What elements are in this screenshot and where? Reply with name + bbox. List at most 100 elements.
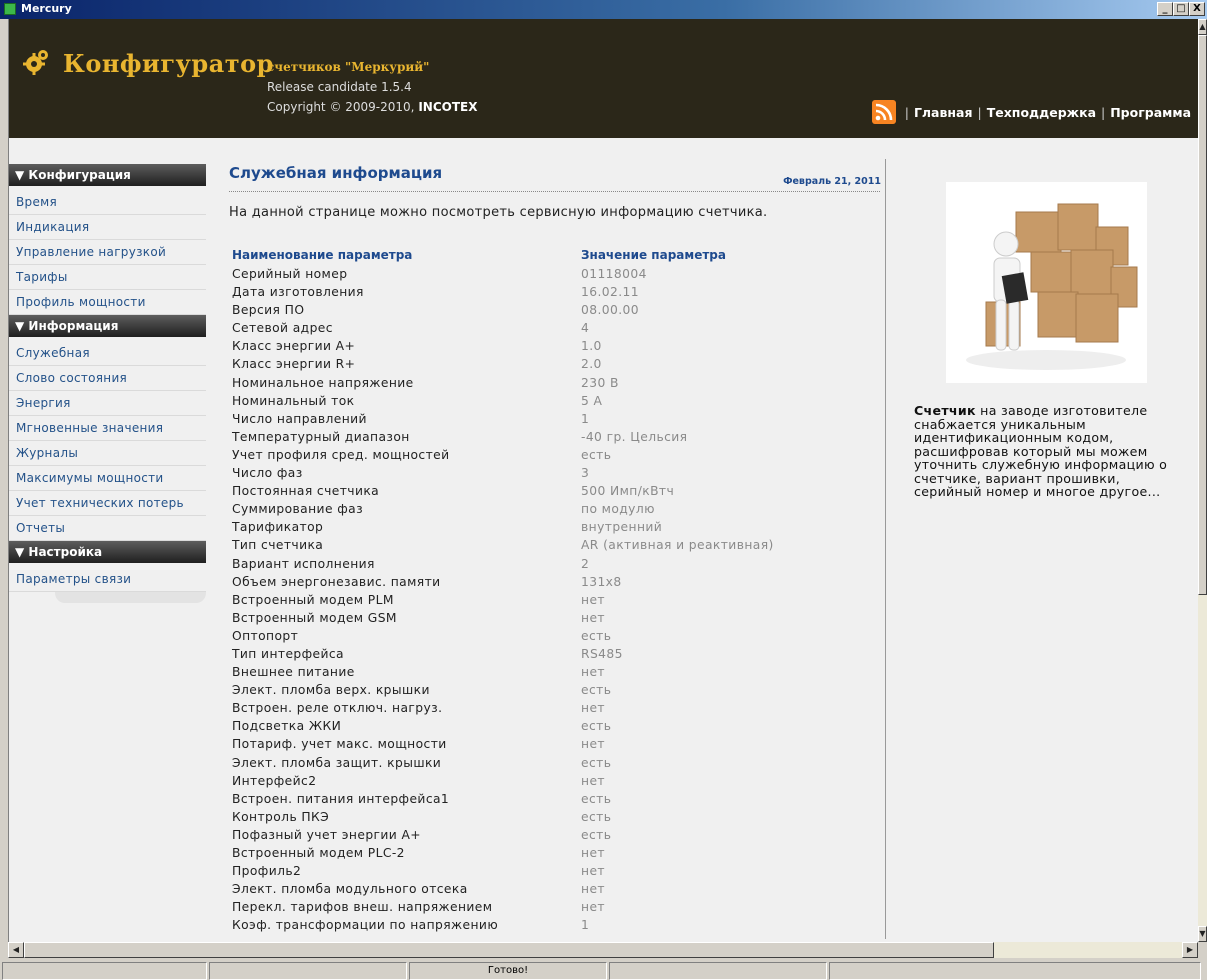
sidebar-item-energy[interactable]: Энергия	[9, 391, 206, 416]
table-row: Подсветка ЖКИ есть	[232, 717, 882, 735]
parameter-value: 131x8	[581, 574, 622, 589]
parameter-value: нет	[581, 900, 605, 915]
table-row: Встроен. питания интерфейса1 есть	[232, 790, 882, 808]
table-row: Интерфейс2 нет	[232, 772, 882, 790]
parameter-name: Суммирование фаз	[232, 502, 364, 517]
table-row: Потариф. учет макс. мощности нет	[232, 735, 882, 753]
table-row: Число фаз 3	[232, 464, 882, 482]
sidebar-section-settings[interactable]: ▼ Настройка	[9, 541, 206, 563]
app-icon	[4, 3, 16, 15]
table-row: Версия ПО 08.00.00	[232, 301, 882, 319]
parameter-value: 1	[581, 918, 590, 933]
sidebar-item-status-word[interactable]: Слово состояния	[9, 366, 206, 391]
table-row: Встроенный модем PLC-2 нет	[232, 844, 882, 862]
parameter-name: Внешнее питание	[232, 665, 355, 680]
status-bar: Готово!	[0, 962, 1207, 980]
table-row: Встроенный модем PLM нет	[232, 591, 882, 609]
parameter-value: 5 А	[581, 393, 603, 408]
window-titlebar[interactable]: Mercury _ □ X	[0, 0, 1207, 19]
page-title: Служебная информация	[229, 164, 443, 182]
parameter-value: 08.00.00	[581, 303, 639, 318]
table-row: Серийный номер 01118004	[232, 265, 882, 283]
sidebar-item-power-maximums[interactable]: Максимумы мощности	[9, 466, 206, 491]
sidebar-item-technical-losses[interactable]: Учет технических потерь	[9, 491, 206, 516]
minimize-button[interactable]: _	[1157, 2, 1173, 16]
table-row: Учет профиля сред. мощностей есть	[232, 446, 882, 464]
sidebar-item-reports[interactable]: Отчеты	[9, 516, 206, 541]
horizontal-scrollbar[interactable]: ◀ ▶	[8, 942, 1198, 958]
parameter-name: Учет профиля сред. мощностей	[232, 447, 450, 462]
parameter-name: Число фаз	[232, 466, 303, 481]
parameter-value: нет	[581, 701, 605, 716]
parameter-value: есть	[581, 791, 612, 806]
page-header: Конфигуратор счетчиков "Меркурий" Releas…	[9, 19, 1198, 138]
parameter-name: Номинальное напряжение	[232, 375, 414, 390]
window-title: Mercury	[21, 2, 72, 15]
table-row: Суммирование фаз по модулю	[232, 500, 882, 518]
sidebar-item-instant-values[interactable]: Мгновенные значения	[9, 416, 206, 441]
sidebar-item-load-control[interactable]: Управление нагрузкой	[9, 240, 206, 265]
sidebar-section-config[interactable]: ▼ Конфигурация	[9, 164, 206, 186]
parameter-name: Контроль ПКЭ	[232, 809, 330, 824]
nav-program-link[interactable]: Программа	[1110, 105, 1191, 120]
column-header-value: Значение параметра	[581, 248, 726, 262]
nav-support-link[interactable]: Техподдержка	[987, 105, 1096, 120]
table-row: Вариант исполнения 2	[232, 555, 882, 573]
parameter-name: Встроенный модем PLM	[232, 592, 394, 607]
top-navigation: | Главная | Техподдержка | Программа	[871, 100, 1191, 124]
brand-name: INCOTEX	[418, 100, 478, 114]
parameter-name: Температурный диапазон	[232, 429, 410, 444]
parameter-value: 4	[581, 321, 590, 336]
parameter-value: нет	[581, 773, 605, 788]
parameter-value: RS485	[581, 646, 623, 661]
nav-home-link[interactable]: Главная	[914, 105, 973, 120]
vertical-scrollbar[interactable]: ▲ ▼	[1198, 19, 1207, 942]
sidebar-item-tariffs[interactable]: Тарифы	[9, 265, 206, 290]
table-row: Тип интерфейса RS485	[232, 645, 882, 663]
parameter-name: Подсветка ЖКИ	[232, 719, 342, 734]
parameter-value: нет	[581, 846, 605, 860]
table-row: Номинальное напряжение 230 В	[232, 374, 882, 392]
parameter-name: Версия ПО	[232, 303, 305, 318]
rss-icon[interactable]	[871, 100, 896, 124]
parameter-value: есть	[581, 628, 612, 643]
sidebar-item-service[interactable]: Служебная	[9, 341, 206, 366]
browser-client: Конфигуратор счетчиков "Меркурий" Releas…	[8, 19, 1198, 942]
maximize-button[interactable]: □	[1173, 2, 1189, 16]
scroll-left-arrow-icon[interactable]: ◀	[8, 942, 24, 958]
page-intro: На данной странице можно посмотреть серв…	[229, 205, 768, 220]
parameter-value: 500 Имп/кВтч	[581, 484, 675, 499]
vertical-scroll-thumb[interactable]	[1198, 35, 1207, 595]
parameter-value: есть	[581, 809, 612, 824]
parameter-name: Тип интерфейса	[232, 646, 344, 661]
table-row: Встроен. реле отключ. нагруз. нет	[232, 699, 882, 717]
sidebar-item-journals[interactable]: Журналы	[9, 441, 206, 466]
app-logo: Конфигуратор	[63, 49, 274, 78]
horizontal-scroll-thumb[interactable]	[24, 942, 994, 958]
scroll-down-arrow-icon[interactable]: ▼	[1198, 926, 1207, 942]
parameter-value: по модулю	[581, 502, 655, 517]
parameter-name: Элект. пломба модульного отсека	[232, 882, 468, 897]
release-version: Release candidate 1.5.4	[267, 80, 412, 94]
parameter-name: Дата изготовления	[232, 285, 364, 300]
scroll-right-arrow-icon[interactable]: ▶	[1182, 942, 1198, 958]
sidebar-item-time[interactable]: Время	[9, 190, 206, 215]
parameter-name: Встроенный модем GSM	[232, 610, 397, 625]
table-row: Сетевой адрес 4	[232, 319, 882, 337]
sidebar-item-connection-params[interactable]: Параметры связи	[9, 567, 206, 592]
close-button[interactable]: X	[1189, 2, 1205, 16]
status-cell	[609, 962, 827, 980]
parameter-value: AR (активная и реактивная)	[581, 538, 774, 553]
scroll-up-arrow-icon[interactable]: ▲	[1198, 19, 1207, 35]
sidebar-footer	[55, 592, 206, 603]
table-row: Номинальный ток 5 А	[232, 392, 882, 410]
sidebar-section-info[interactable]: ▼ Информация	[9, 315, 206, 337]
parameter-name: Интерфейс2	[232, 773, 317, 788]
sidebar-item-power-profile[interactable]: Профиль мощности	[9, 290, 206, 315]
sidebar-item-indication[interactable]: Индикация	[9, 215, 206, 240]
table-row: Класс энергии A+ 1.0	[232, 337, 882, 355]
parameter-value: нет	[581, 610, 605, 625]
parameter-value: 1.0	[581, 339, 602, 354]
parameter-value: нет	[581, 737, 605, 752]
copyright: Copyright © 2009-2010, INCOTEX	[267, 100, 478, 114]
